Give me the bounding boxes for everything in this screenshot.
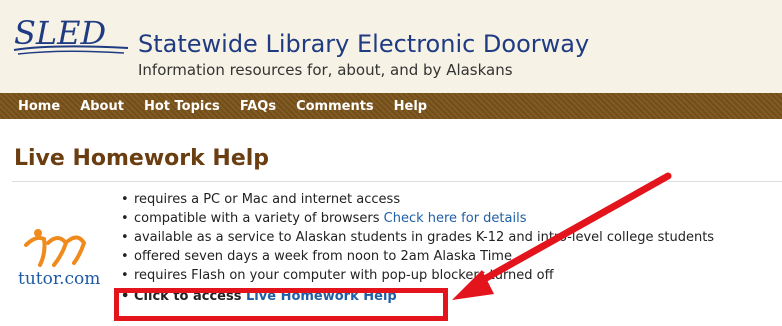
nav-home[interactable]: Home <box>18 99 60 114</box>
main-nav: Home About Hot Topics FAQs Comments Help <box>0 93 782 119</box>
site-header: SLED Statewide Library Electronic Doorwa… <box>0 0 782 93</box>
nav-hot-topics[interactable]: Hot Topics <box>144 99 220 114</box>
site-tagline: Information resources for, about, and by… <box>138 61 513 79</box>
annotation-highlight-box <box>114 288 448 321</box>
tutor-logo-text: tutor.com <box>18 269 101 289</box>
site-title: Statewide Library Electronic Doorway <box>138 30 590 58</box>
list-item: requires a PC or Mac and internet access <box>120 190 714 209</box>
nav-faqs[interactable]: FAQs <box>240 99 276 114</box>
list-item: requires Flash on your computer with pop… <box>120 266 714 285</box>
tutor-figure-icon <box>24 229 87 267</box>
nav-comments[interactable]: Comments <box>296 99 374 114</box>
sled-logo[interactable]: SLED <box>12 14 130 60</box>
nav-help[interactable]: Help <box>394 99 427 114</box>
tutor-logo: tutor.com <box>18 225 118 295</box>
nav-about[interactable]: About <box>80 99 124 114</box>
list-item: offered seven days a week from noon to 2… <box>120 247 714 266</box>
page-title: Live Homework Help <box>14 146 270 171</box>
list-item: available as a service to Alaskan studen… <box>120 228 714 247</box>
browser-details-link[interactable]: Check here for details <box>384 211 527 226</box>
title-divider <box>12 181 782 182</box>
list-item: compatible with a variety of browsers Ch… <box>120 209 714 228</box>
